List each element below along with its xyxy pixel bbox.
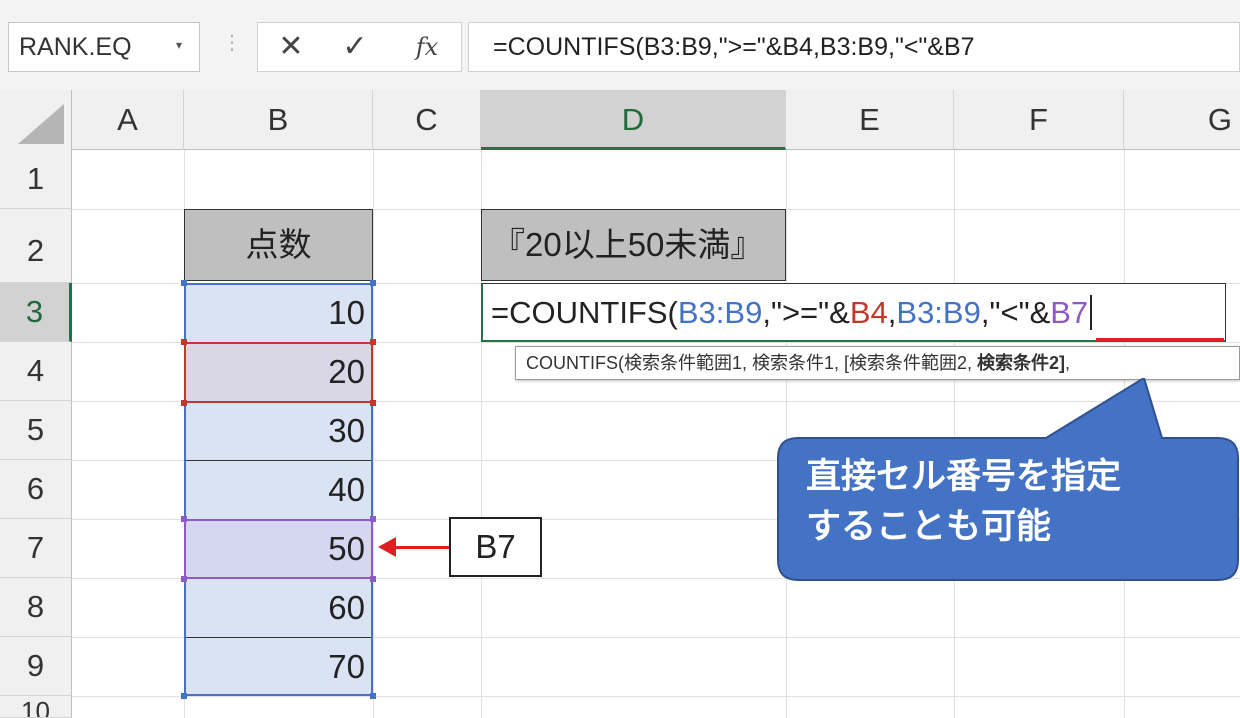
callout-line-2: することも可能 <box>806 507 1052 547</box>
reference-range-b4 <box>184 342 373 403</box>
tooltip-text: COUNTIFS(検索条件範囲1, 検索条件1, [検索条件範囲2, <box>526 353 978 373</box>
cancel-icon[interactable]: ✕ <box>275 30 307 64</box>
formula-ref-b3-b9-second: B3:B9 <box>896 295 981 330</box>
range-handle[interactable] <box>370 516 376 522</box>
callout-line-1: 直接セル番号を指定 <box>806 457 1122 497</box>
formula-ref-b7: B7 <box>1050 295 1089 330</box>
formula-input[interactable]: =COUNTIFS(B3:B9,">="&B4,B3:B9,"<"&B7 <box>468 22 1240 72</box>
tooltip-tail: , <box>1065 353 1071 373</box>
function-tooltip[interactable]: COUNTIFS(検索条件範囲1, 検索条件1, [検索条件範囲2, 検索条件2… <box>515 346 1240 380</box>
row-header-2[interactable]: 2 <box>0 209 72 283</box>
name-box[interactable]: RANK.EQ <box>8 22 200 72</box>
row-header-3[interactable]: 3 <box>0 283 72 342</box>
row-header-9[interactable]: 9 <box>0 637 72 696</box>
row-header-5[interactable]: 5 <box>0 401 72 460</box>
arrow-left-icon <box>378 537 396 557</box>
enter-check-icon[interactable]: ✓ <box>339 30 371 64</box>
column-header-a[interactable]: A <box>72 90 184 150</box>
range-handle[interactable] <box>370 693 376 699</box>
range-handle[interactable] <box>181 693 187 699</box>
callout-text: 直接セル番号を指定 することも可能 <box>806 452 1226 552</box>
row-header-6[interactable]: 6 <box>0 460 72 519</box>
chevron-down-icon[interactable]: ▾ <box>176 38 182 52</box>
column-header-f[interactable]: F <box>954 90 1124 150</box>
formula-ref-b4: B4 <box>849 295 888 330</box>
range-handle[interactable] <box>370 576 376 582</box>
row-header-7[interactable]: 7 <box>0 519 72 578</box>
gridline <box>373 150 374 718</box>
range-handle[interactable] <box>370 400 376 406</box>
formula-part: ,"<"& <box>980 295 1051 330</box>
cell-d2-header[interactable]: 『20以上50未満』 <box>481 209 786 281</box>
drag-handle-icon[interactable]: ⋮ <box>222 30 242 55</box>
range-handle[interactable] <box>181 576 187 582</box>
range-handle[interactable] <box>181 516 187 522</box>
column-header-e[interactable]: E <box>786 90 954 150</box>
column-header-b[interactable]: B <box>184 90 373 150</box>
range-handle[interactable] <box>370 339 376 345</box>
text-cursor <box>1090 295 1093 330</box>
reference-range-b7 <box>184 519 373 579</box>
red-underline-annotation <box>1096 338 1224 341</box>
cell-reference-label: B7 <box>449 517 542 577</box>
column-header-c[interactable]: C <box>373 90 481 150</box>
range-handle[interactable] <box>370 280 376 286</box>
insert-function-icon[interactable]: fx <box>410 30 444 64</box>
formula-part: ,">="& <box>762 295 850 330</box>
range-handle[interactable] <box>181 339 187 345</box>
range-handle[interactable] <box>181 280 187 286</box>
tooltip-current-arg: 検索条件2] <box>977 353 1066 373</box>
formula-ref-b3-b9: B3:B9 <box>677 295 763 330</box>
arrow-line <box>394 546 450 549</box>
row-header-8[interactable]: 8 <box>0 578 72 637</box>
cell-d3-editing[interactable]: =COUNTIFS(B3:B9,">="&B4,B3:B9,"<"&B7 <box>481 283 1226 342</box>
select-all-triangle-icon <box>18 104 64 144</box>
row-header-1[interactable]: 1 <box>0 150 72 209</box>
range-handle[interactable] <box>181 400 187 406</box>
formula-part: =COUNTIFS( <box>491 295 678 330</box>
row-header-4[interactable]: 4 <box>0 342 72 401</box>
column-header-d[interactable]: D <box>481 90 786 150</box>
gridline <box>72 696 1240 697</box>
column-header-g[interactable]: G <box>1124 90 1240 150</box>
row-header-10[interactable]: 10 <box>0 696 72 718</box>
cell-b2-header[interactable]: 点数 <box>184 209 373 281</box>
